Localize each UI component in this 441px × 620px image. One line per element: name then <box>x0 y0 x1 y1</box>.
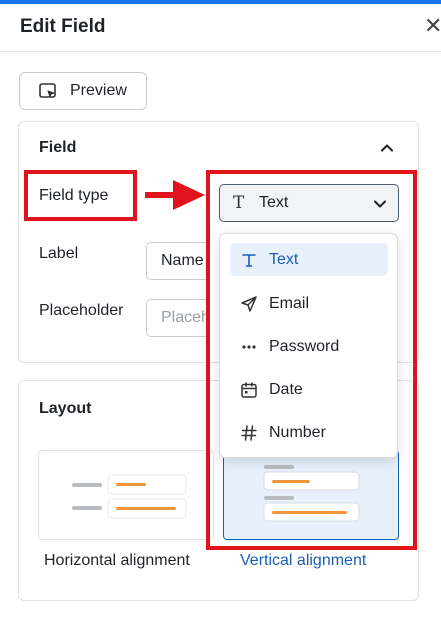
label-field-label: Label <box>39 245 79 262</box>
layout-option-horizontal-label: Horizontal alignment <box>44 552 190 569</box>
layout-option-horizontal[interactable] <box>38 450 214 540</box>
horizontal-layout-preview <box>72 474 187 519</box>
placeholder-input[interactable]: Placeholder <box>146 299 208 337</box>
dialog-header: Edit Field ✕ <box>0 4 441 52</box>
field-section-title: Field <box>39 139 77 156</box>
placeholder-field-label: Placeholder <box>39 302 124 319</box>
highlight-box-dropdown <box>206 170 417 550</box>
label-input[interactable]: Name <box>146 242 208 280</box>
preview-button[interactable]: Preview <box>19 72 147 110</box>
dialog-title: Edit Field <box>20 16 106 37</box>
layout-section-title: Layout <box>39 400 92 417</box>
highlight-box-field-type <box>24 170 137 221</box>
preview-label: Preview <box>70 82 127 99</box>
close-icon[interactable]: ✕ <box>424 14 441 38</box>
preview-icon <box>39 83 56 98</box>
layout-option-vertical-label: Vertical alignment <box>240 552 367 569</box>
chevron-up-icon[interactable] <box>379 140 395 156</box>
red-arrow-icon <box>145 180 205 210</box>
